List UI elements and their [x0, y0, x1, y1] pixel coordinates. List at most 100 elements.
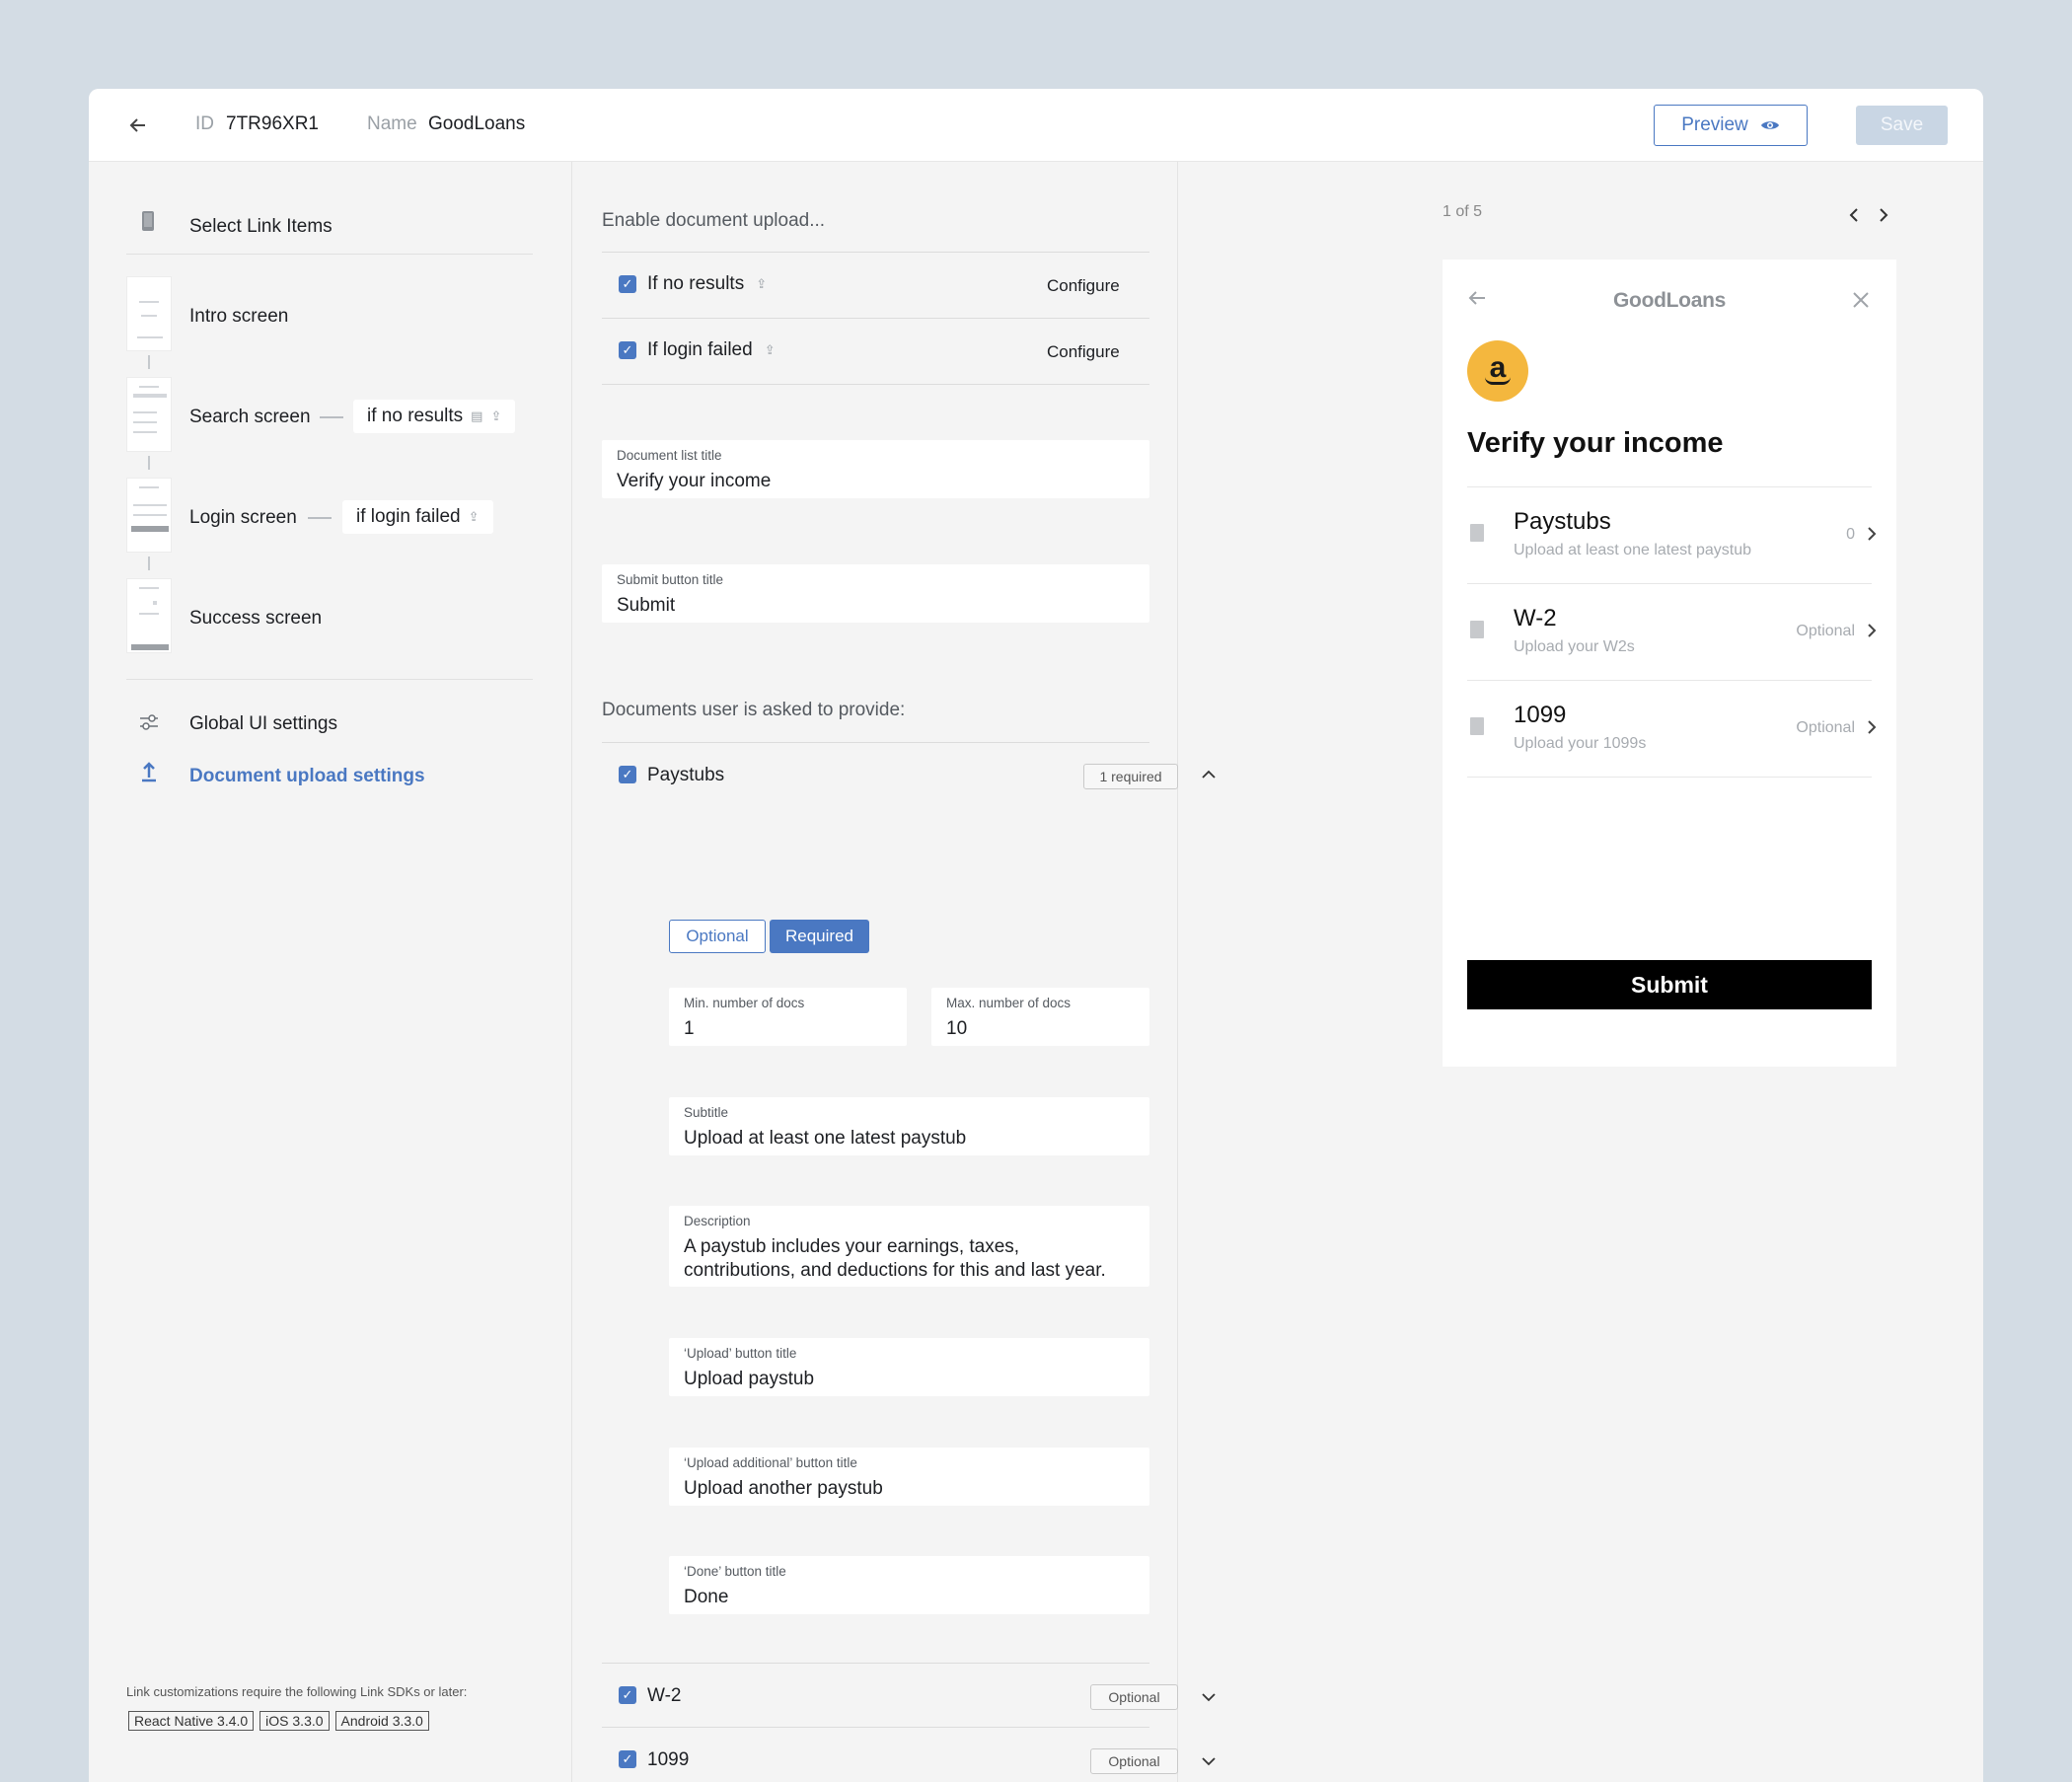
documents-heading: Documents user is asked to provide: — [602, 700, 906, 720]
chevron-right-icon — [1868, 527, 1877, 541]
upload-additional-field[interactable]: ‘Upload additional’ button title Upload … — [669, 1448, 1149, 1506]
success-thumbnail[interactable] — [126, 578, 172, 653]
field-value: 1 — [684, 1018, 695, 1039]
brand-logo: GoodLoans — [1613, 289, 1726, 312]
sdk-note: Link customizations require the followin… — [126, 1684, 468, 1699]
field-value: Upload another paystub — [684, 1478, 883, 1499]
subtitle-field[interactable]: Subtitle Upload at least one latest pays… — [669, 1097, 1149, 1155]
field-value: Submit — [617, 595, 676, 616]
chevron-right-icon — [1868, 624, 1877, 637]
if-no-results-tag[interactable]: if no results ▤ ⇪ — [353, 400, 516, 433]
sdk-badges: React Native 3.4.0 iOS 3.3.0 Android 3.3… — [128, 1711, 429, 1731]
item-subtitle: Upload your W2s — [1514, 638, 1635, 655]
configure-no-results[interactable]: Configure — [1047, 276, 1120, 296]
item-subtitle: Upload at least one latest paystub — [1514, 542, 1752, 558]
submit-button[interactable]: Submit — [1467, 960, 1872, 1009]
field-label: Subtitle — [684, 1105, 729, 1120]
back-arrow-icon[interactable] — [126, 113, 150, 137]
field-value: 10 — [946, 1018, 968, 1039]
name-label: Name — [367, 113, 417, 134]
paystubs-label: Paystubs — [647, 765, 725, 785]
item-subtitle: Upload your 1099s — [1514, 735, 1647, 752]
document-icon — [1470, 717, 1484, 735]
close-icon[interactable] — [1852, 291, 1870, 309]
login-failed-checkbox[interactable]: ✓ — [619, 341, 636, 359]
optional-toggle[interactable]: Optional — [669, 920, 766, 953]
login-thumbnail[interactable] — [126, 478, 172, 553]
search-thumbnail[interactable] — [126, 377, 172, 452]
field-value: Verify your income — [617, 471, 772, 491]
global-ui-settings[interactable]: Global UI settings — [189, 713, 337, 735]
sdk-badge: Android 3.3.0 — [334, 1711, 429, 1731]
trigger-label: If no results — [647, 273, 745, 294]
intro-screen-label[interactable]: Intro screen — [189, 306, 288, 328]
required-toggle[interactable]: Required — [770, 920, 869, 953]
select-link-items[interactable]: Select Link Items — [189, 216, 333, 238]
settings-panel: Enable document upload... ✓ If no result… — [572, 162, 1216, 1782]
login-screen-label[interactable]: Login screen — [189, 507, 297, 529]
description-field[interactable]: Description A paystub includes your earn… — [669, 1206, 1149, 1287]
save-button[interactable]: Save — [1856, 106, 1948, 145]
submit-title-field[interactable]: Submit button title Submit — [602, 564, 1149, 623]
field-value: Upload at least one latest paystub — [684, 1128, 967, 1149]
doc-list-title-field[interactable]: Document list title Verify your income — [602, 440, 1149, 498]
connector — [148, 355, 150, 369]
sdk-badge: React Native 3.4.0 — [128, 1711, 255, 1731]
eye-icon — [1760, 121, 1779, 129]
no-results-row: If no results ⇪ — [647, 273, 767, 295]
field-value: Done — [684, 1587, 729, 1607]
upload-title-field[interactable]: ‘Upload’ button title Upload paystub — [669, 1338, 1149, 1396]
item-status: Optional — [1796, 623, 1855, 639]
if-login-failed-tag[interactable]: if login failed ⇪ — [342, 500, 493, 534]
upload-icon: ⇪ — [490, 408, 502, 423]
preview-button[interactable]: Preview — [1654, 105, 1808, 146]
field-label: Max. number of docs — [946, 996, 1072, 1010]
sidebar: Select Link Items Intro screen Search sc… — [89, 162, 572, 1782]
divider — [602, 252, 1149, 253]
search-screen-label[interactable]: Search screen — [189, 407, 311, 428]
trigger-label: If login failed — [647, 339, 753, 360]
chevron-left-icon[interactable] — [1849, 207, 1859, 223]
field-label: Min. number of docs — [684, 996, 805, 1010]
enable-upload-heading: Enable document upload... — [602, 210, 826, 231]
amazon-logo: a — [1467, 340, 1528, 402]
done-title-field[interactable]: ‘Done’ button title Done — [669, 1556, 1149, 1614]
1099-checkbox[interactable]: ✓ — [619, 1750, 636, 1768]
success-screen-label[interactable]: Success screen — [189, 608, 322, 630]
login-failed-row: If login failed ⇪ — [647, 339, 776, 361]
document-upload-settings[interactable]: Document upload settings — [189, 766, 425, 787]
upload-icon: ⇪ — [764, 342, 776, 357]
phone-icon — [142, 211, 154, 231]
no-results-checkbox[interactable]: ✓ — [619, 275, 636, 293]
divider — [126, 254, 533, 255]
upload-icon: ⇪ — [756, 276, 768, 291]
item-name: W-2 — [1514, 605, 1557, 631]
min-docs-field[interactable]: Min. number of docs 1 — [669, 988, 907, 1046]
paystubs-checkbox[interactable]: ✓ — [619, 766, 636, 783]
id-value: 7TR96XR1 — [226, 113, 319, 134]
intro-thumbnail[interactable] — [126, 276, 172, 351]
list-item[interactable]: Paystubs Upload at least one latest pays… — [1443, 486, 1896, 581]
list-item[interactable]: W-2 Upload your W2s Optional — [1443, 583, 1896, 678]
tag-label: if no results — [367, 406, 464, 426]
divider — [602, 384, 1149, 385]
field-label: ‘Upload’ button title — [684, 1346, 797, 1361]
upload-arrow-icon — [142, 762, 156, 782]
w2-checkbox[interactable]: ✓ — [619, 1686, 636, 1704]
page-count: 1 of 5 — [1443, 203, 1483, 220]
configure-login-failed[interactable]: Configure — [1047, 342, 1120, 362]
divider — [1467, 777, 1872, 778]
tag-label: if login failed — [356, 506, 461, 527]
connector — [148, 456, 150, 470]
upload-icon: ⇪ — [468, 509, 480, 524]
preview-title: Verify your income — [1467, 427, 1724, 459]
max-docs-field[interactable]: Max. number of docs 10 — [931, 988, 1149, 1046]
field-value: A paystub includes your earnings, taxes,… — [684, 1236, 1106, 1281]
item-name: Paystubs — [1514, 508, 1611, 535]
field-label: Description — [684, 1214, 751, 1228]
field-value: Upload paystub — [684, 1369, 815, 1389]
optional-badge: Optional — [1090, 1748, 1178, 1774]
list-item[interactable]: 1099 Upload your 1099s Optional — [1443, 680, 1896, 775]
item-status: Optional — [1796, 719, 1855, 736]
chevron-right-icon[interactable] — [1879, 207, 1888, 223]
